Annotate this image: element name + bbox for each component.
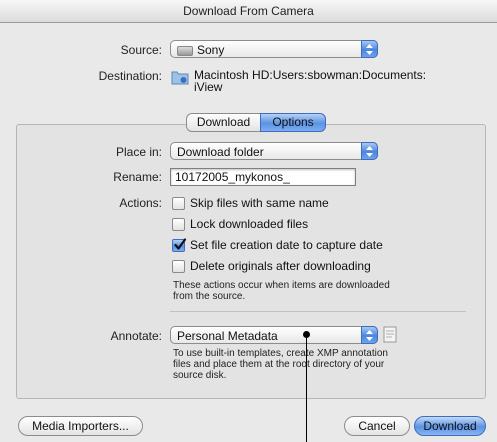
set-creation-date-label: Set file creation date to capture date (190, 238, 383, 252)
destination-label: Destination: (98, 69, 162, 83)
popup-arrows-icon (361, 326, 378, 344)
popup-arrows-icon (361, 40, 378, 58)
annotate-label: Annotate: (110, 329, 162, 343)
lock-files-checkbox[interactable] (172, 217, 185, 231)
skip-same-name-label: Skip files with same name (190, 196, 329, 210)
skip-same-name-checkbox[interactable] (172, 196, 185, 210)
set-creation-date-checkbox[interactable] (172, 237, 187, 252)
actions-note-continued: from the source. (173, 291, 246, 302)
media-importers-button[interactable]: Media Importers... (18, 416, 143, 436)
annotate-note: To use built-in templates, create XMP an… (173, 348, 388, 359)
annotate-note-continued: files and place them at the root directo… (173, 359, 385, 370)
callout-pointer-dot (303, 331, 310, 338)
source-popup[interactable]: Sony (170, 40, 378, 58)
download-button[interactable]: Download (414, 416, 486, 436)
skip-same-name-option[interactable]: Skip files with same name (172, 195, 329, 211)
actions-label: Actions: (119, 196, 162, 210)
set-creation-date-option[interactable]: Set file creation date to capture date (172, 237, 383, 253)
place-in-label: Place in: (115, 145, 162, 159)
rename-label: Rename: (113, 170, 162, 184)
folder-icon[interactable] (171, 68, 189, 86)
lock-files-label: Lock downloaded files (190, 217, 309, 231)
edit-annotation-icon[interactable] (383, 326, 399, 344)
tab-options[interactable]: Options (260, 113, 326, 132)
delete-originals-checkbox[interactable] (172, 259, 185, 273)
place-in-popup[interactable]: Download folder (170, 142, 378, 160)
camera-icon (177, 45, 193, 56)
delete-originals-option[interactable]: Delete originals after downloading (172, 258, 371, 274)
window-title: Download From Camera (0, 0, 497, 23)
annotate-value: Personal Metadata (177, 329, 278, 343)
checkmark-icon (174, 237, 187, 250)
place-in-value: Download folder (177, 145, 264, 159)
annotate-note-end: source disk. (173, 370, 227, 381)
actions-note: These actions occur when items are downl… (173, 280, 390, 291)
section-divider (170, 311, 466, 312)
tab-download[interactable]: Download (186, 113, 260, 132)
popup-arrows-icon (361, 142, 378, 160)
lock-files-option[interactable]: Lock downloaded files (172, 216, 308, 232)
destination-path: Macintosh HD:Users:sbowman:Documents: (194, 68, 427, 82)
annotate-popup[interactable]: Personal Metadata (170, 326, 378, 344)
delete-originals-label: Delete originals after downloading (190, 259, 371, 273)
cancel-button[interactable]: Cancel (344, 416, 410, 436)
callout-pointer-line (306, 334, 307, 442)
rename-field[interactable]: 10172005_mykonos_ (170, 168, 356, 186)
source-value: Sony (197, 43, 225, 57)
destination-path-continued: iView (194, 80, 223, 94)
source-label: Source: (120, 43, 162, 57)
